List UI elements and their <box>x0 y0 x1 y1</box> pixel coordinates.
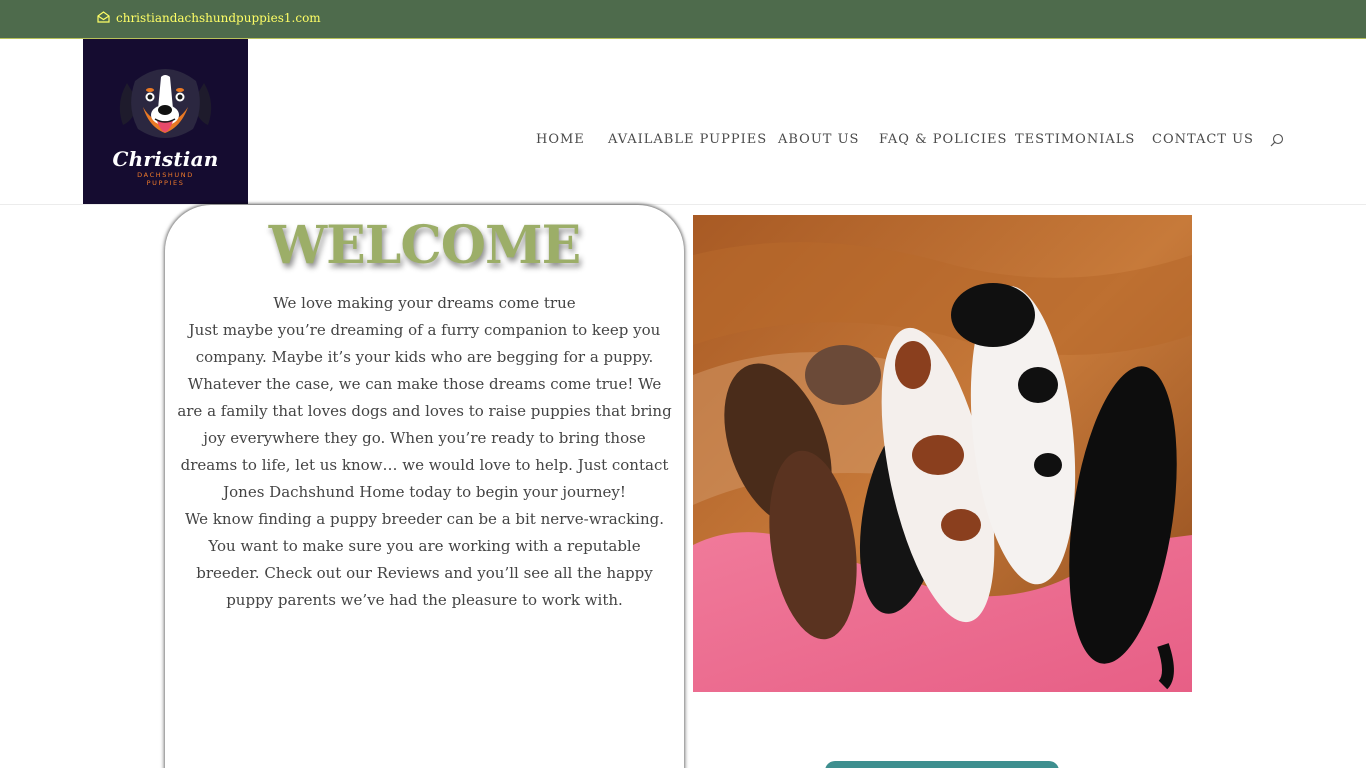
nav-item-about-us[interactable]: ABOUT US <box>778 132 859 147</box>
welcome-paragraph: Just maybe you’re dreaming of a furry co… <box>177 321 672 501</box>
site-logo[interactable]: Christian DACHSHUND PUPPIES <box>83 39 248 204</box>
top-bar: christiandachshundpuppies1.com <box>0 0 1366 39</box>
nav-item-home[interactable]: HOME <box>536 132 585 147</box>
welcome-text: We love making your dreams come true Jus… <box>175 290 674 614</box>
nursing-puppies-photo <box>693 215 1192 692</box>
nav-item-testimonials[interactable]: TESTIMONIALS <box>1015 132 1135 147</box>
welcome-heading: WELCOME <box>268 215 581 276</box>
site-header: Christian DACHSHUND PUPPIES HOME AVAILAB… <box>0 39 1366 205</box>
nav-item-available-puppies[interactable]: AVAILABLE PUPPIES <box>608 132 767 147</box>
search-icon[interactable] <box>1270 133 1284 147</box>
logo-subtitle-line2: PUPPIES <box>146 179 185 187</box>
welcome-card: WELCOME We love making your dreams come … <box>165 205 684 768</box>
welcome-tagline: We love making your dreams come true <box>273 294 576 312</box>
logo-brand-text: Christian <box>112 147 219 171</box>
nav-item-faq-policies[interactable]: FAQ & POLICIES <box>879 132 1007 147</box>
cta-button[interactable] <box>825 761 1059 768</box>
logo-subtitle-line1: DACHSHUND <box>137 171 194 179</box>
email-link[interactable]: christiandachshundpuppies1.com <box>116 11 321 25</box>
nav-item-contact-us[interactable]: CONTACT US <box>1152 132 1254 147</box>
welcome-paragraph: We know finding a puppy breeder can be a… <box>184 510 664 609</box>
main-nav: HOME AVAILABLE PUPPIES ABOUT US FAQ & PO… <box>0 132 1366 150</box>
envelope-icon <box>97 11 110 23</box>
